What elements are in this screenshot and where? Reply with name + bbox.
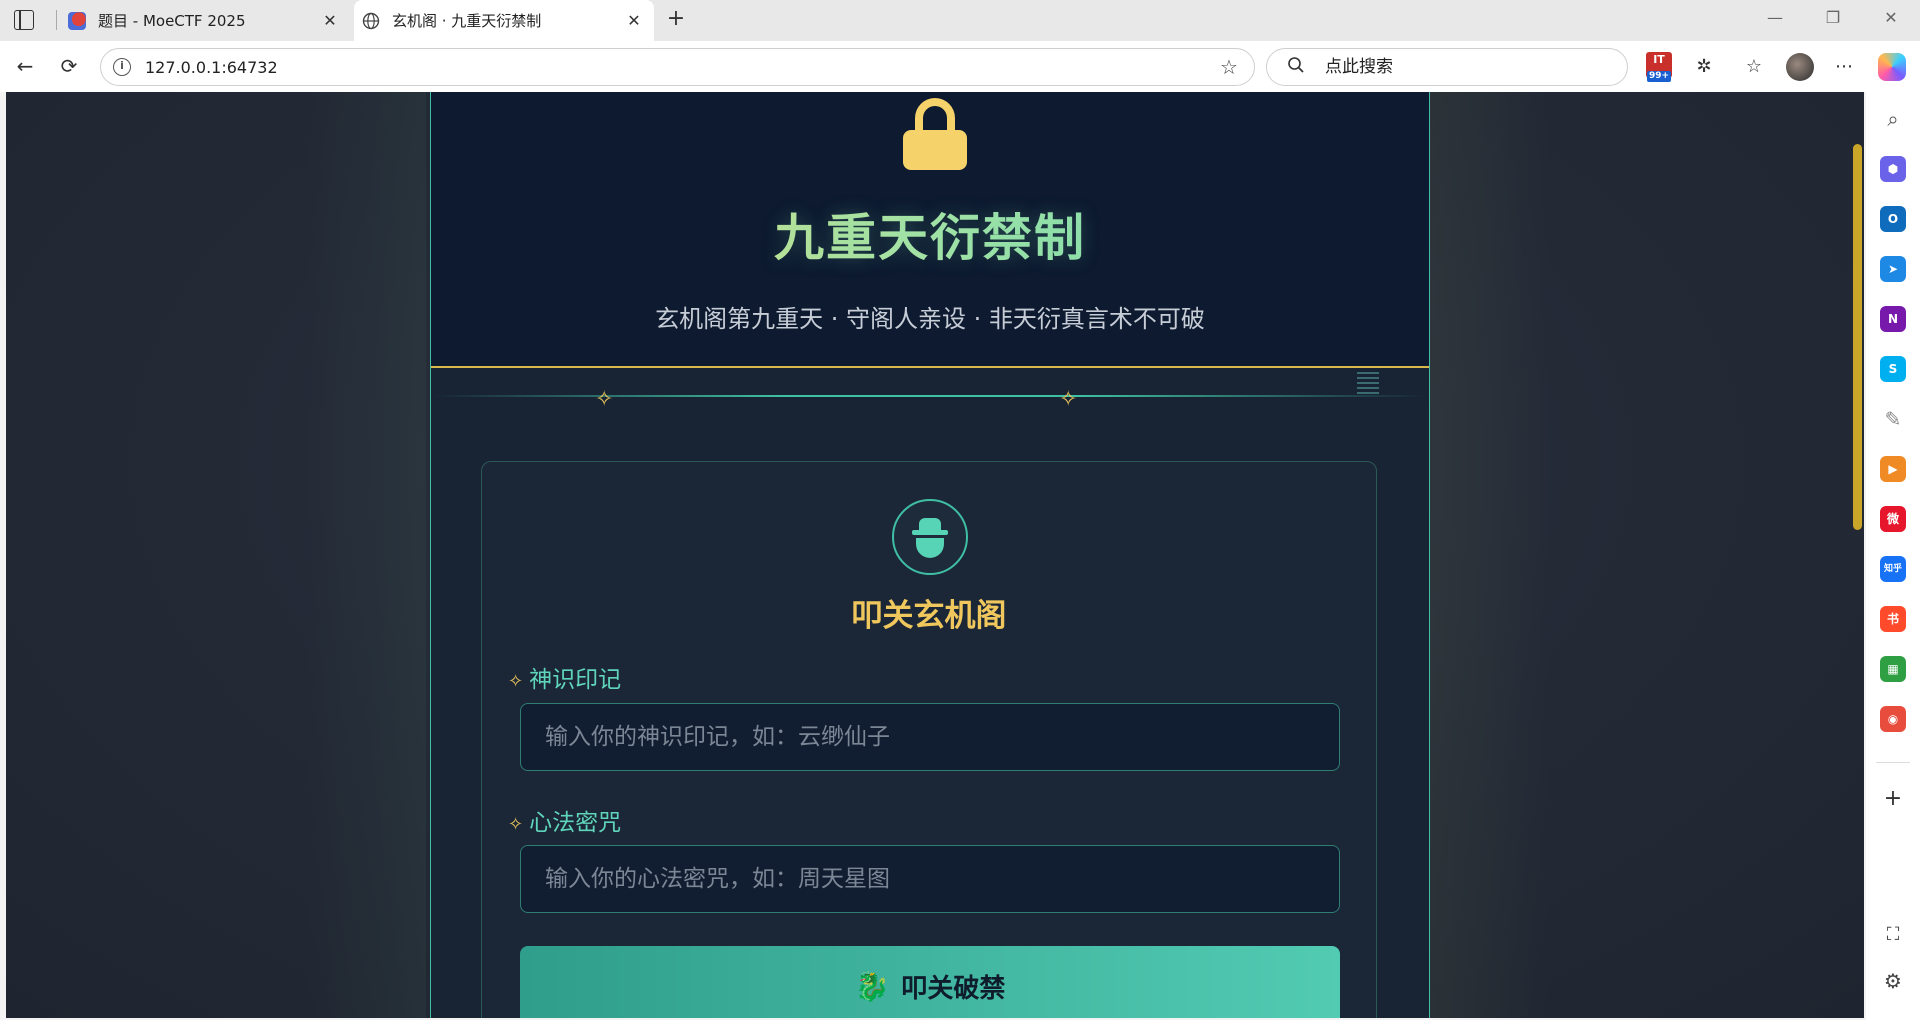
edge-sidebar: ⌕ ⬢ O ➤ N S ✎ ▶ 微知乎书 ▦ ◉ + ⛶ ⚙ [1866, 92, 1920, 1020]
sidebar-weibo-icon[interactable]: 微 [1880, 506, 1906, 532]
tab-title: 玄机阁 · 九重天衍禁制 [392, 12, 542, 30]
page-title: 九重天衍禁制 [431, 198, 1429, 270]
stripes-ornament [1357, 372, 1379, 396]
ext-badge-count: 99+ [1647, 71, 1672, 82]
right-glow [1430, 92, 1550, 1018]
sidebar-zhihu-icon[interactable]: 知乎 [1880, 556, 1906, 582]
tab-xuanjige[interactable]: 玄机阁 · 九重天衍禁制 ✕ [354, 0, 654, 41]
sidebar-search-icon[interactable]: ⌕ [1880, 106, 1906, 132]
minimize-icon[interactable]: — [1752, 8, 1798, 32]
sidebar-xiaohongshu-icon[interactable]: 书 [1880, 606, 1906, 632]
tab-close-icon[interactable]: ✕ [620, 11, 648, 30]
sidebar-separator [1876, 762, 1910, 763]
hacker-icon [892, 499, 968, 575]
moectf-favicon-icon [68, 11, 86, 30]
tab-title: 题目 - MoeCTF 2025 [98, 12, 246, 30]
mantra-label: ✧ 心法密咒 [508, 803, 621, 837]
mantra-label-text: 心法密咒 [529, 810, 622, 836]
card-title: 叩关玄机阁 [851, 598, 1007, 634]
scrollbar-thumb[interactable] [1853, 144, 1862, 530]
sidebar-bird-icon[interactable]: ✎ [1880, 406, 1906, 432]
left-glow [306, 92, 426, 1018]
more-menu-icon[interactable]: ⋯ [1830, 53, 1858, 81]
identity-field[interactable] [520, 703, 1340, 771]
browser-toolbar: ← ⟳ i ☆ IT 99+ ✲ ☆ ⋯ [0, 41, 1920, 92]
sidebar-grid-app-icon[interactable]: ▦ [1880, 656, 1906, 682]
tab-close-icon[interactable]: ✕ [316, 11, 344, 30]
new-tab-button[interactable]: + [662, 6, 690, 34]
lock-icon [903, 98, 967, 174]
sparkle-icon: ✧ [508, 814, 524, 835]
tab-strip: 题目 - MoeCTF 2025 ✕ 玄机阁 · 九重天衍禁制 ✕ + — ❐ … [0, 0, 1920, 41]
sidebar-copilot-hex-icon[interactable]: ⬢ [1880, 156, 1906, 182]
url-input[interactable] [145, 57, 1214, 77]
sidebar-outlook-icon[interactable]: O [1880, 206, 1906, 232]
sparkle-icon: ✧ [508, 671, 524, 692]
sidebar-onenote-icon[interactable]: N [1880, 306, 1906, 332]
panel-header: 九重天衍禁制 玄机阁第九重天 · 守阁人亲设 · 非天衍真言术不可破 [431, 92, 1429, 368]
dragon-icon: 🐉 [854, 970, 890, 1002]
profile-avatar[interactable] [1786, 53, 1814, 81]
identity-label: ✧ 神识印记 [508, 660, 621, 694]
sparkle-icon: ✧ [595, 387, 614, 412]
sidebar-chat-app-icon[interactable]: ◉ [1880, 706, 1906, 732]
search-input[interactable] [1325, 57, 1627, 77]
restore-icon[interactable]: ❐ [1810, 8, 1856, 32]
main-panel: 九重天衍禁制 玄机阁第九重天 · 守阁人亲设 · 非天衍真言术不可破 ✧ ✧ 叩… [430, 92, 1430, 1018]
search-icon [1287, 56, 1309, 79]
favorite-star-icon[interactable]: ☆ [1214, 55, 1244, 79]
mantra-input[interactable] [521, 846, 1339, 912]
sparkle-icon: ✧ [1059, 387, 1078, 412]
mantra-field[interactable] [520, 845, 1340, 913]
site-info-icon[interactable]: i [113, 58, 131, 76]
page-subtitle: 玄机阁第九重天 · 守阁人亲设 · 非天衍真言术不可破 [655, 305, 1205, 333]
sidebar-send-icon[interactable]: ➤ [1880, 256, 1906, 282]
page-viewport: 九重天衍禁制 玄机阁第九重天 · 守阁人亲设 · 非天衍真言术不可破 ✧ ✧ 叩… [6, 92, 1864, 1018]
tab-separator [56, 10, 57, 30]
sidebar-toggle-icon[interactable] [14, 10, 34, 30]
screenshot-icon[interactable]: ⛶ [1880, 922, 1906, 948]
copilot-icon[interactable] [1878, 53, 1906, 81]
address-bar[interactable]: i ☆ [100, 48, 1255, 86]
settings-gear-icon[interactable]: ⚙ [1880, 968, 1906, 994]
search-box[interactable] [1266, 48, 1628, 86]
identity-input[interactable] [521, 704, 1339, 770]
favorites-icon[interactable]: ☆ [1740, 53, 1768, 81]
globe-icon [362, 12, 380, 30]
window-close-icon[interactable]: ✕ [1868, 8, 1914, 32]
sidebar-video-icon[interactable]: ▶ [1880, 456, 1906, 482]
back-icon[interactable]: ← [10, 52, 40, 82]
it-extension-icon[interactable]: IT 99+ [1646, 52, 1672, 82]
identity-label-text: 神识印记 [529, 667, 622, 693]
login-card: 叩关玄机阁 ✧神识印记 ✧心法密咒 🐉 叩关破禁 [481, 461, 1377, 1018]
ext-badge-label: IT [1653, 53, 1665, 66]
reload-icon[interactable]: ⟳ [54, 52, 84, 82]
extensions-puzzle-icon[interactable]: ✲ [1690, 53, 1718, 81]
submit-label: 叩关破禁 [901, 972, 1006, 1003]
sidebar-add-icon[interactable]: + [1880, 786, 1906, 812]
sidebar-skype-icon[interactable]: S [1880, 356, 1906, 382]
ornament-divider [431, 395, 1429, 397]
tab-moectf[interactable]: 题目 - MoeCTF 2025 ✕ [60, 0, 350, 41]
submit-button[interactable]: 🐉 叩关破禁 [520, 946, 1340, 1018]
